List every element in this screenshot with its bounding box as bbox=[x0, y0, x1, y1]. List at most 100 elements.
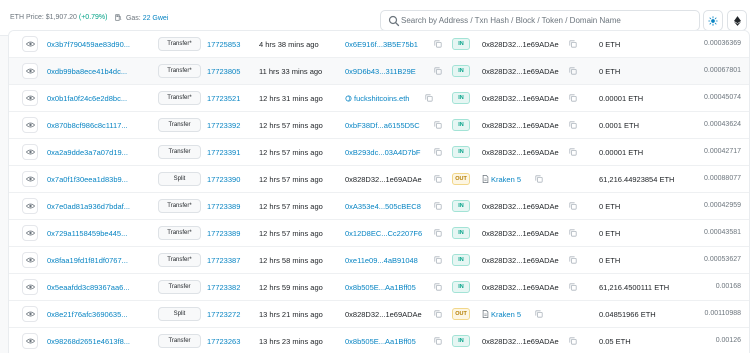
copy-icon[interactable] bbox=[425, 94, 433, 102]
view-details-button[interactable] bbox=[22, 279, 38, 295]
view-details-button[interactable] bbox=[22, 171, 38, 187]
tx-hash-link[interactable]: 0x729a1158459be445... bbox=[47, 229, 139, 238]
tx-hash-link[interactable]: 0x3b7f790459ae83d90... bbox=[47, 40, 139, 49]
copy-icon[interactable] bbox=[569, 283, 577, 291]
block-link[interactable]: 17723387 bbox=[207, 256, 240, 265]
tx-hash-link[interactable]: 0x7a0f1f30eea1d83b9... bbox=[47, 175, 139, 184]
eye-icon bbox=[25, 203, 35, 209]
from-address[interactable]: 0x828D32...1e69ADAe bbox=[345, 175, 422, 184]
to-address[interactable]: Kraken 5 bbox=[482, 175, 521, 184]
view-details-button[interactable] bbox=[22, 333, 38, 349]
tx-hash-link[interactable]: 0x98268d2651e4613f8... bbox=[47, 337, 139, 346]
copy-icon[interactable] bbox=[434, 175, 442, 183]
table-row: 0x3b7f790459ae83d90... Transfer* 1772585… bbox=[9, 31, 749, 58]
copy-icon[interactable] bbox=[434, 256, 442, 264]
copy-icon[interactable] bbox=[569, 67, 577, 75]
copy-icon[interactable] bbox=[569, 256, 577, 264]
search-box[interactable] bbox=[380, 10, 700, 31]
view-details-button[interactable] bbox=[22, 63, 38, 79]
copy-icon[interactable] bbox=[569, 148, 577, 156]
view-details-button[interactable] bbox=[22, 144, 38, 160]
copy-icon[interactable] bbox=[535, 310, 543, 318]
copy-icon[interactable] bbox=[434, 121, 442, 129]
tx-hash-link[interactable]: 0xdb99ba8ece41b4dc... bbox=[47, 67, 139, 76]
gas-tracker[interactable]: Gas: 22 Gwei bbox=[115, 14, 168, 22]
to-address[interactable]: 0x828D32...1e69ADAe bbox=[482, 202, 559, 211]
from-address[interactable]: 0x6E916f...3B5E75b1 bbox=[345, 40, 418, 49]
to-address[interactable]: Kraken 5 bbox=[482, 310, 521, 319]
block-link[interactable]: 17723263 bbox=[207, 337, 240, 346]
from-address[interactable]: 0xe11e09...4aB91048 bbox=[345, 256, 418, 265]
copy-icon[interactable] bbox=[434, 202, 442, 210]
from-address[interactable]: fuckshitcoins.eth bbox=[345, 94, 409, 103]
eye-icon bbox=[25, 284, 35, 290]
table-row: 0xdb99ba8ece41b4dc... Transfer* 17723805… bbox=[9, 58, 749, 85]
tx-hash-link[interactable]: 0x870b8cf986c8c1117... bbox=[47, 121, 139, 130]
copy-icon[interactable] bbox=[434, 283, 442, 291]
view-details-button[interactable] bbox=[22, 306, 38, 322]
copy-icon[interactable] bbox=[569, 94, 577, 102]
view-details-button[interactable] bbox=[22, 225, 38, 241]
tx-amount: 0.0001 ETH bbox=[599, 121, 640, 130]
to-address[interactable]: 0x828D32...1e69ADAe bbox=[482, 67, 559, 76]
tx-hash-link[interactable]: 0x0b1fa0f24c6e2d8bc... bbox=[47, 94, 139, 103]
view-details-button[interactable] bbox=[22, 90, 38, 106]
from-address[interactable]: 0x8b505E...Aa1Bff05 bbox=[345, 337, 416, 346]
direction-badge: IN bbox=[452, 92, 470, 104]
to-address[interactable]: 0x828D32...1e69ADAe bbox=[482, 229, 559, 238]
from-address[interactable]: 0x828D32...1e69ADAe bbox=[345, 310, 422, 319]
from-address[interactable]: 0xA353e4...505cBEC8 bbox=[345, 202, 421, 211]
view-details-button[interactable] bbox=[22, 36, 38, 52]
copy-icon[interactable] bbox=[569, 229, 577, 237]
copy-icon[interactable] bbox=[434, 148, 442, 156]
tx-hash-link[interactable]: 0x7e0ad81a936d7bdaf... bbox=[47, 202, 139, 211]
tx-hash-link[interactable]: 0x8e21f76afc3690635... bbox=[47, 310, 139, 319]
copy-icon[interactable] bbox=[569, 202, 577, 210]
to-address[interactable]: 0x828D32...1e69ADAe bbox=[482, 94, 559, 103]
block-link[interactable]: 17723389 bbox=[207, 202, 240, 211]
tx-hash-link[interactable]: 0xa2a9dde3a7a07d19... bbox=[47, 148, 139, 157]
from-address[interactable]: 0xB293dc...03A4D7bF bbox=[345, 148, 420, 157]
table-row: 0xa2a9dde3a7a07d19... Transfer 17723391 … bbox=[9, 139, 749, 166]
to-address[interactable]: 0x828D32...1e69ADAe bbox=[482, 121, 559, 130]
theme-toggle-button[interactable] bbox=[703, 10, 723, 31]
view-details-button[interactable] bbox=[22, 198, 38, 214]
tx-hash-link[interactable]: 0x5eaafdd3c89367aa6... bbox=[47, 283, 139, 292]
tx-hash-link[interactable]: 0x8faa19fd1f81df0767... bbox=[47, 256, 139, 265]
to-address[interactable]: 0x828D32...1e69ADAe bbox=[482, 256, 559, 265]
from-address[interactable]: 0x9D6b43...311B29E bbox=[345, 67, 416, 76]
from-address[interactable]: 0x8b505E...Aa1Bff05 bbox=[345, 283, 416, 292]
copy-icon[interactable] bbox=[569, 337, 577, 345]
block-link[interactable]: 17723389 bbox=[207, 229, 240, 238]
from-address[interactable]: 0xbF38Df...a6155D5C bbox=[345, 121, 420, 130]
to-address[interactable]: 0x828D32...1e69ADAe bbox=[482, 40, 559, 49]
copy-icon[interactable] bbox=[434, 310, 442, 318]
to-address[interactable]: 0x828D32...1e69ADAe bbox=[482, 148, 559, 157]
method-badge: Transfer* bbox=[158, 91, 201, 105]
copy-icon[interactable] bbox=[434, 229, 442, 237]
to-address[interactable]: 0x828D32...1e69ADAe bbox=[482, 283, 559, 292]
block-link[interactable]: 17723272 bbox=[207, 310, 240, 319]
copy-icon[interactable] bbox=[569, 121, 577, 129]
method-badge: Transfer* bbox=[158, 37, 201, 51]
to-address[interactable]: 0x828D32...1e69ADAe bbox=[482, 337, 559, 346]
view-details-button[interactable] bbox=[22, 252, 38, 268]
copy-icon[interactable] bbox=[535, 175, 543, 183]
block-link[interactable]: 17723805 bbox=[207, 67, 240, 76]
block-link[interactable]: 17723382 bbox=[207, 283, 240, 292]
copy-icon[interactable] bbox=[434, 40, 442, 48]
search-input[interactable] bbox=[401, 12, 691, 29]
block-link[interactable]: 17723391 bbox=[207, 148, 240, 157]
block-link[interactable]: 17725853 bbox=[207, 40, 240, 49]
contract-icon bbox=[482, 175, 489, 183]
copy-icon[interactable] bbox=[434, 67, 442, 75]
network-button[interactable] bbox=[727, 10, 747, 31]
from-address[interactable]: 0x12D8EC...Cc2207F6 bbox=[345, 229, 422, 238]
block-link[interactable]: 17723521 bbox=[207, 94, 240, 103]
table-row: 0x7e0ad81a936d7bdaf... Transfer* 1772338… bbox=[9, 193, 749, 220]
block-link[interactable]: 17723390 bbox=[207, 175, 240, 184]
block-link[interactable]: 17723392 bbox=[207, 121, 240, 130]
copy-icon[interactable] bbox=[434, 337, 442, 345]
view-details-button[interactable] bbox=[22, 117, 38, 133]
copy-icon[interactable] bbox=[569, 40, 577, 48]
